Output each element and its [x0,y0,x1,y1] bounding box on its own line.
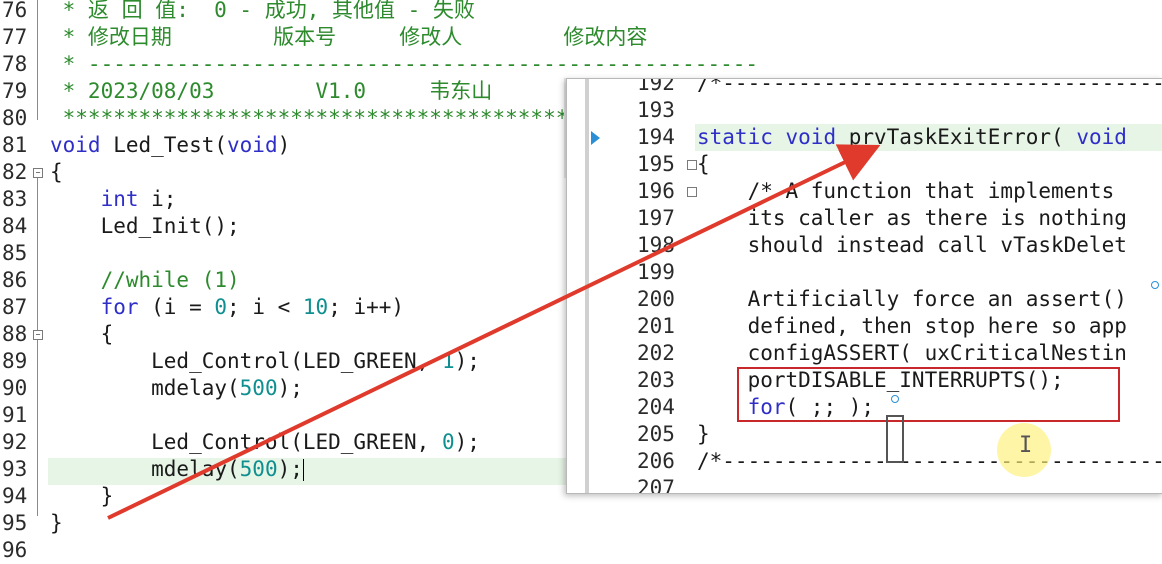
line-number: 202 [637,341,675,365]
code-text: * 修改日期 版本号 修改人 修改内容 [50,25,648,49]
code-text: mdelay(500); [50,376,303,400]
code-text: static void prvTaskExitError( void [697,125,1127,149]
line-number: 200 [637,287,675,311]
code-line: 199 [567,259,1162,286]
code-line: 197 its caller as there is nothing [567,205,1162,232]
line-number: 92 [2,430,28,454]
line-number: 204 [637,395,675,419]
code-text: Artificially force an assert() [697,287,1127,311]
code-text: { [50,322,114,346]
mouse-ibeam-outline [886,415,904,463]
code-text: } [50,484,114,508]
line-number: 77 [2,25,28,49]
definition-peek-window[interactable]: 192 /*----------------------------------… [566,78,1162,494]
code-text: * 2023/08/03 V1.0 韦东山 [50,79,493,103]
line-number: 93 [2,457,28,481]
line-number: 198 [637,233,675,257]
code-line: 202 configASSERT( uxCriticalNestin [567,340,1162,367]
code-line: 95 } [0,510,1162,537]
line-number: 206 [637,449,675,473]
code-text: mdelay(500); [50,457,304,481]
line-number: 76 [2,0,28,22]
line-number: 87 [2,295,28,319]
code-text: { [50,160,63,184]
line-number: 197 [637,206,675,230]
code-line: 193 [567,97,1162,124]
line-number: 84 [2,214,28,238]
code-line: 196 /* A function that implements [567,178,1162,205]
code-text: /* A function that implements [697,179,1115,203]
line-number: 78 [2,52,28,76]
line-number: 85 [2,241,28,265]
code-line: 78 * -----------------------------------… [0,51,1162,78]
code-text: defined, then stop here so app [697,314,1127,338]
line-number: 196 [637,179,675,203]
highlight-annotation-box [737,367,1120,422]
code-text: int i; [100,187,177,211]
line-number: 82 [2,160,28,184]
line-number: 89 [2,349,28,373]
line-number: 192 [637,78,675,95]
cursor-dot-icon [891,395,899,403]
line-number: 83 [2,187,28,211]
line-number: 193 [637,98,675,122]
code-text: * --------------------------------------… [50,52,759,76]
code-line: 200 Artificially force an assert() [567,286,1162,313]
line-number: 203 [637,368,675,392]
line-number: 88 [2,322,28,346]
code-line: 194 static void prvTaskExitError( void [567,124,1162,151]
code-text: //while (1) [50,268,240,292]
line-number: 94 [2,484,28,508]
code-text: } [50,511,63,535]
code-text: Led_Init(); [50,214,240,238]
code-text: * 返 回 值: 0 - 成功, 其他值 - 失败 [50,0,475,22]
line-number: 199 [637,260,675,284]
code-text: { [697,152,710,176]
code-line: 206 /*----------------------------------… [567,448,1162,475]
code-text: its caller as there is nothing [697,206,1127,230]
code-line: 195 { [567,151,1162,178]
line-number: 207 [637,476,675,494]
line-number: 194 [637,125,675,149]
line-number: 205 [637,422,675,446]
code-text: Led_Control(LED_GREEN, 1); [50,349,480,373]
code-line: 201 defined, then stop here so app [567,313,1162,340]
line-number: 95 [2,511,28,535]
code-line: 207 [567,475,1162,494]
code-text: void Led_Test(void) [50,133,291,157]
line-number: 79 [2,79,28,103]
line-number: 90 [2,376,28,400]
code-line: 205 } [567,421,1162,448]
line-number: 80 [2,106,28,130]
mouse-pointer-highlight: I [997,423,1051,477]
line-number: 91 [2,403,28,427]
code-line: 198 should instead call vTaskDelet [567,232,1162,259]
code-text: Led_Control(LED_GREEN, 0); [50,430,480,454]
text-cursor [302,459,304,481]
line-number: 201 [637,314,675,338]
code-line: 77 * 修改日期 版本号 修改人 修改内容 [0,24,1162,51]
line-number: 86 [2,268,28,292]
code-text: should instead call vTaskDelet [697,233,1127,257]
code-line: 76 * 返 回 值: 0 - 成功, 其他值 - 失败 [0,0,1162,24]
code-text: for (i = 0; i < 10; i++) [100,295,405,319]
line-number: 195 [637,152,675,176]
line-number: 81 [2,133,28,157]
code-text: configASSERT( uxCriticalNestin [697,341,1127,365]
ibeam-cursor-icon: I [1019,433,1033,458]
code-text: /*--------------------------------------… [697,449,1162,473]
code-text: /*--------------------------------------… [697,78,1162,95]
cursor-dot-icon [1151,281,1159,289]
code-line: 192 /*----------------------------------… [567,78,1162,97]
code-text: } [697,422,710,446]
